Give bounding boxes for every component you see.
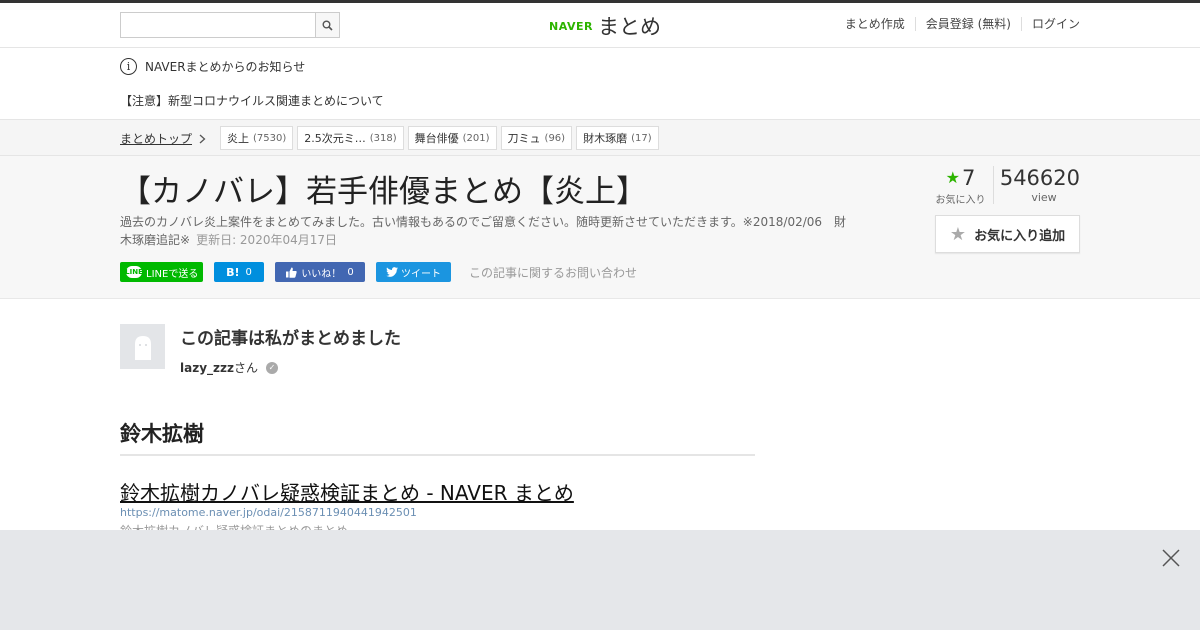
link-card-url[interactable]: https://matome.naver.jp/odai/21587119404… xyxy=(120,506,417,519)
facebook-like-button[interactable]: いいね！ 0 xyxy=(275,262,365,282)
tag-item[interactable]: 舞台俳優 (201) xyxy=(407,126,497,150)
nav-register[interactable]: 会員登録 (無料) xyxy=(914,17,1021,31)
tag-label: 財木琢磨 xyxy=(583,132,628,145)
favorite-stat: ★ 7 お気に入り xyxy=(928,166,994,206)
chevron-right-icon xyxy=(199,134,206,143)
tag-count: (7530) xyxy=(253,132,287,144)
avatar[interactable] xyxy=(120,324,165,369)
favorite-label: お気に入り xyxy=(935,195,986,206)
favorite-count: 7 xyxy=(961,166,976,190)
facebook-like-count: 0 xyxy=(347,266,354,278)
author-suffix: さん xyxy=(233,361,258,375)
breadcrumb-top-label: まとめトップ xyxy=(120,132,193,146)
hatena-bookmark-button[interactable]: B! 0 xyxy=(214,262,264,282)
line-share-label: LINEで送る xyxy=(146,268,199,280)
article-title: 【カノバレ】若手俳優まとめ【炎上】 xyxy=(120,174,647,210)
search-button[interactable] xyxy=(315,13,339,37)
nav-login[interactable]: ログイン xyxy=(1020,17,1080,31)
verified-check-icon: ✓ xyxy=(266,361,278,374)
author-info: この記事は私がまとめました lazy_zzz さん ✓ xyxy=(180,324,401,376)
section-heading: 鈴木拡樹 xyxy=(120,418,755,456)
share-bar: LINE LINEで送る B! 0 いいね！ 0 ツイート この記事に関するお問… xyxy=(120,262,637,282)
line-icon: LINE xyxy=(125,266,143,278)
author-name-row: lazy_zzz さん ✓ xyxy=(180,359,401,376)
star-icon: ★ xyxy=(945,168,960,187)
tag-count: (96) xyxy=(544,132,566,144)
hatena-count: 0 xyxy=(245,266,252,278)
line-share-button[interactable]: LINE LINEで送る xyxy=(120,262,203,282)
tag-count: (17) xyxy=(631,132,652,144)
site-logo[interactable]: NAVER まとめ xyxy=(549,11,661,41)
nav-create-matome[interactable]: まとめ作成 xyxy=(835,17,915,31)
view-stat: 546620 view xyxy=(994,166,1080,204)
tag-count: (318) xyxy=(369,132,397,144)
tag-item[interactable]: 2.5次元ミ… (318) xyxy=(297,126,404,150)
favorite-count-row: ★ 7 xyxy=(928,166,993,190)
tag-count: (201) xyxy=(462,132,490,144)
tag-label: 舞台俳優 xyxy=(414,132,459,145)
view-label: view xyxy=(1031,191,1057,204)
tag-label: 2.5次元ミ… xyxy=(304,132,366,145)
star-outline-icon: ★ xyxy=(949,223,967,245)
add-favorite-button[interactable]: ★ お気に入り追加 xyxy=(935,215,1080,253)
updated-date: 更新日: 2020年04月17日 xyxy=(196,233,337,247)
breadcrumb-top-link[interactable]: まとめトップ xyxy=(120,130,206,147)
link-card-title[interactable]: 鈴木拡樹カノバレ疑惑検証まとめ - NAVER まとめ xyxy=(120,477,574,506)
add-favorite-label: お気に入り追加 xyxy=(974,228,1066,244)
logo-matome-text: まとめ xyxy=(597,15,661,39)
notice-heading-text: NAVERまとめからのお知らせ xyxy=(145,60,306,74)
article-header: 【カノバレ】若手俳優まとめ【炎上】 過去のカノバレ炎上案件をまとめてみました。古… xyxy=(0,156,1200,299)
close-icon[interactable] xyxy=(1162,549,1180,567)
notice-heading: i NAVERまとめからのお知らせ xyxy=(120,58,305,75)
site-header: NAVER まとめ まとめ作成 会員登録 (無料) ログイン xyxy=(0,3,1200,48)
info-icon: i xyxy=(120,58,137,75)
tag-item[interactable]: 炎上 (7530) xyxy=(220,126,294,150)
tag-item[interactable]: 財木琢磨 (17) xyxy=(576,126,659,150)
author-block: この記事は私がまとめました lazy_zzz さん ✓ xyxy=(120,324,401,376)
default-avatar-icon xyxy=(134,335,151,360)
view-count: 546620 xyxy=(999,166,1080,190)
tag-item[interactable]: 刀ミュ (96) xyxy=(500,126,573,150)
notice-link[interactable]: 【注意】新型コロナウイルス関連まとめについて xyxy=(120,92,384,109)
inquiry-link[interactable]: この記事に関するお問い合わせ xyxy=(469,264,637,281)
header-nav: まとめ作成 会員登録 (無料) ログイン xyxy=(835,17,1080,31)
tag-label: 刀ミュ xyxy=(507,132,541,145)
author-heading: この記事は私がまとめました xyxy=(180,329,401,349)
search-input[interactable] xyxy=(121,13,315,37)
tag-label: 炎上 xyxy=(227,132,249,145)
search-icon xyxy=(322,20,333,31)
tweet-button[interactable]: ツイート xyxy=(376,262,451,282)
author-name[interactable]: lazy_zzz xyxy=(180,361,234,375)
hatena-icon: B! xyxy=(226,265,240,279)
article-description: 過去のカノバレ炎上案件をまとめてみました。古い情報もあるのでご留意ください。随時… xyxy=(120,213,855,249)
bottom-ad-overlay xyxy=(0,530,1200,630)
notice-area: i NAVERまとめからのお知らせ 【注意】新型コロナウイルス関連まとめについて xyxy=(0,48,1200,119)
article-stats: ★ 7 お気に入り 546620 view xyxy=(928,166,1080,206)
thumbs-up-icon xyxy=(286,267,298,278)
tweet-label: ツイート xyxy=(401,268,441,280)
search-box xyxy=(120,12,340,38)
tag-list: 炎上 (7530) 2.5次元ミ… (318) 舞台俳優 (201) 刀ミュ (96) … xyxy=(220,126,663,150)
twitter-bird-icon xyxy=(386,267,398,277)
facebook-like-label: いいね！ xyxy=(301,268,342,280)
breadcrumb: まとめトップ 炎上 (7530) 2.5次元ミ… (318) 舞台俳優 (201) 刀… xyxy=(0,119,1200,156)
logo-naver-text: NAVER xyxy=(549,19,593,33)
